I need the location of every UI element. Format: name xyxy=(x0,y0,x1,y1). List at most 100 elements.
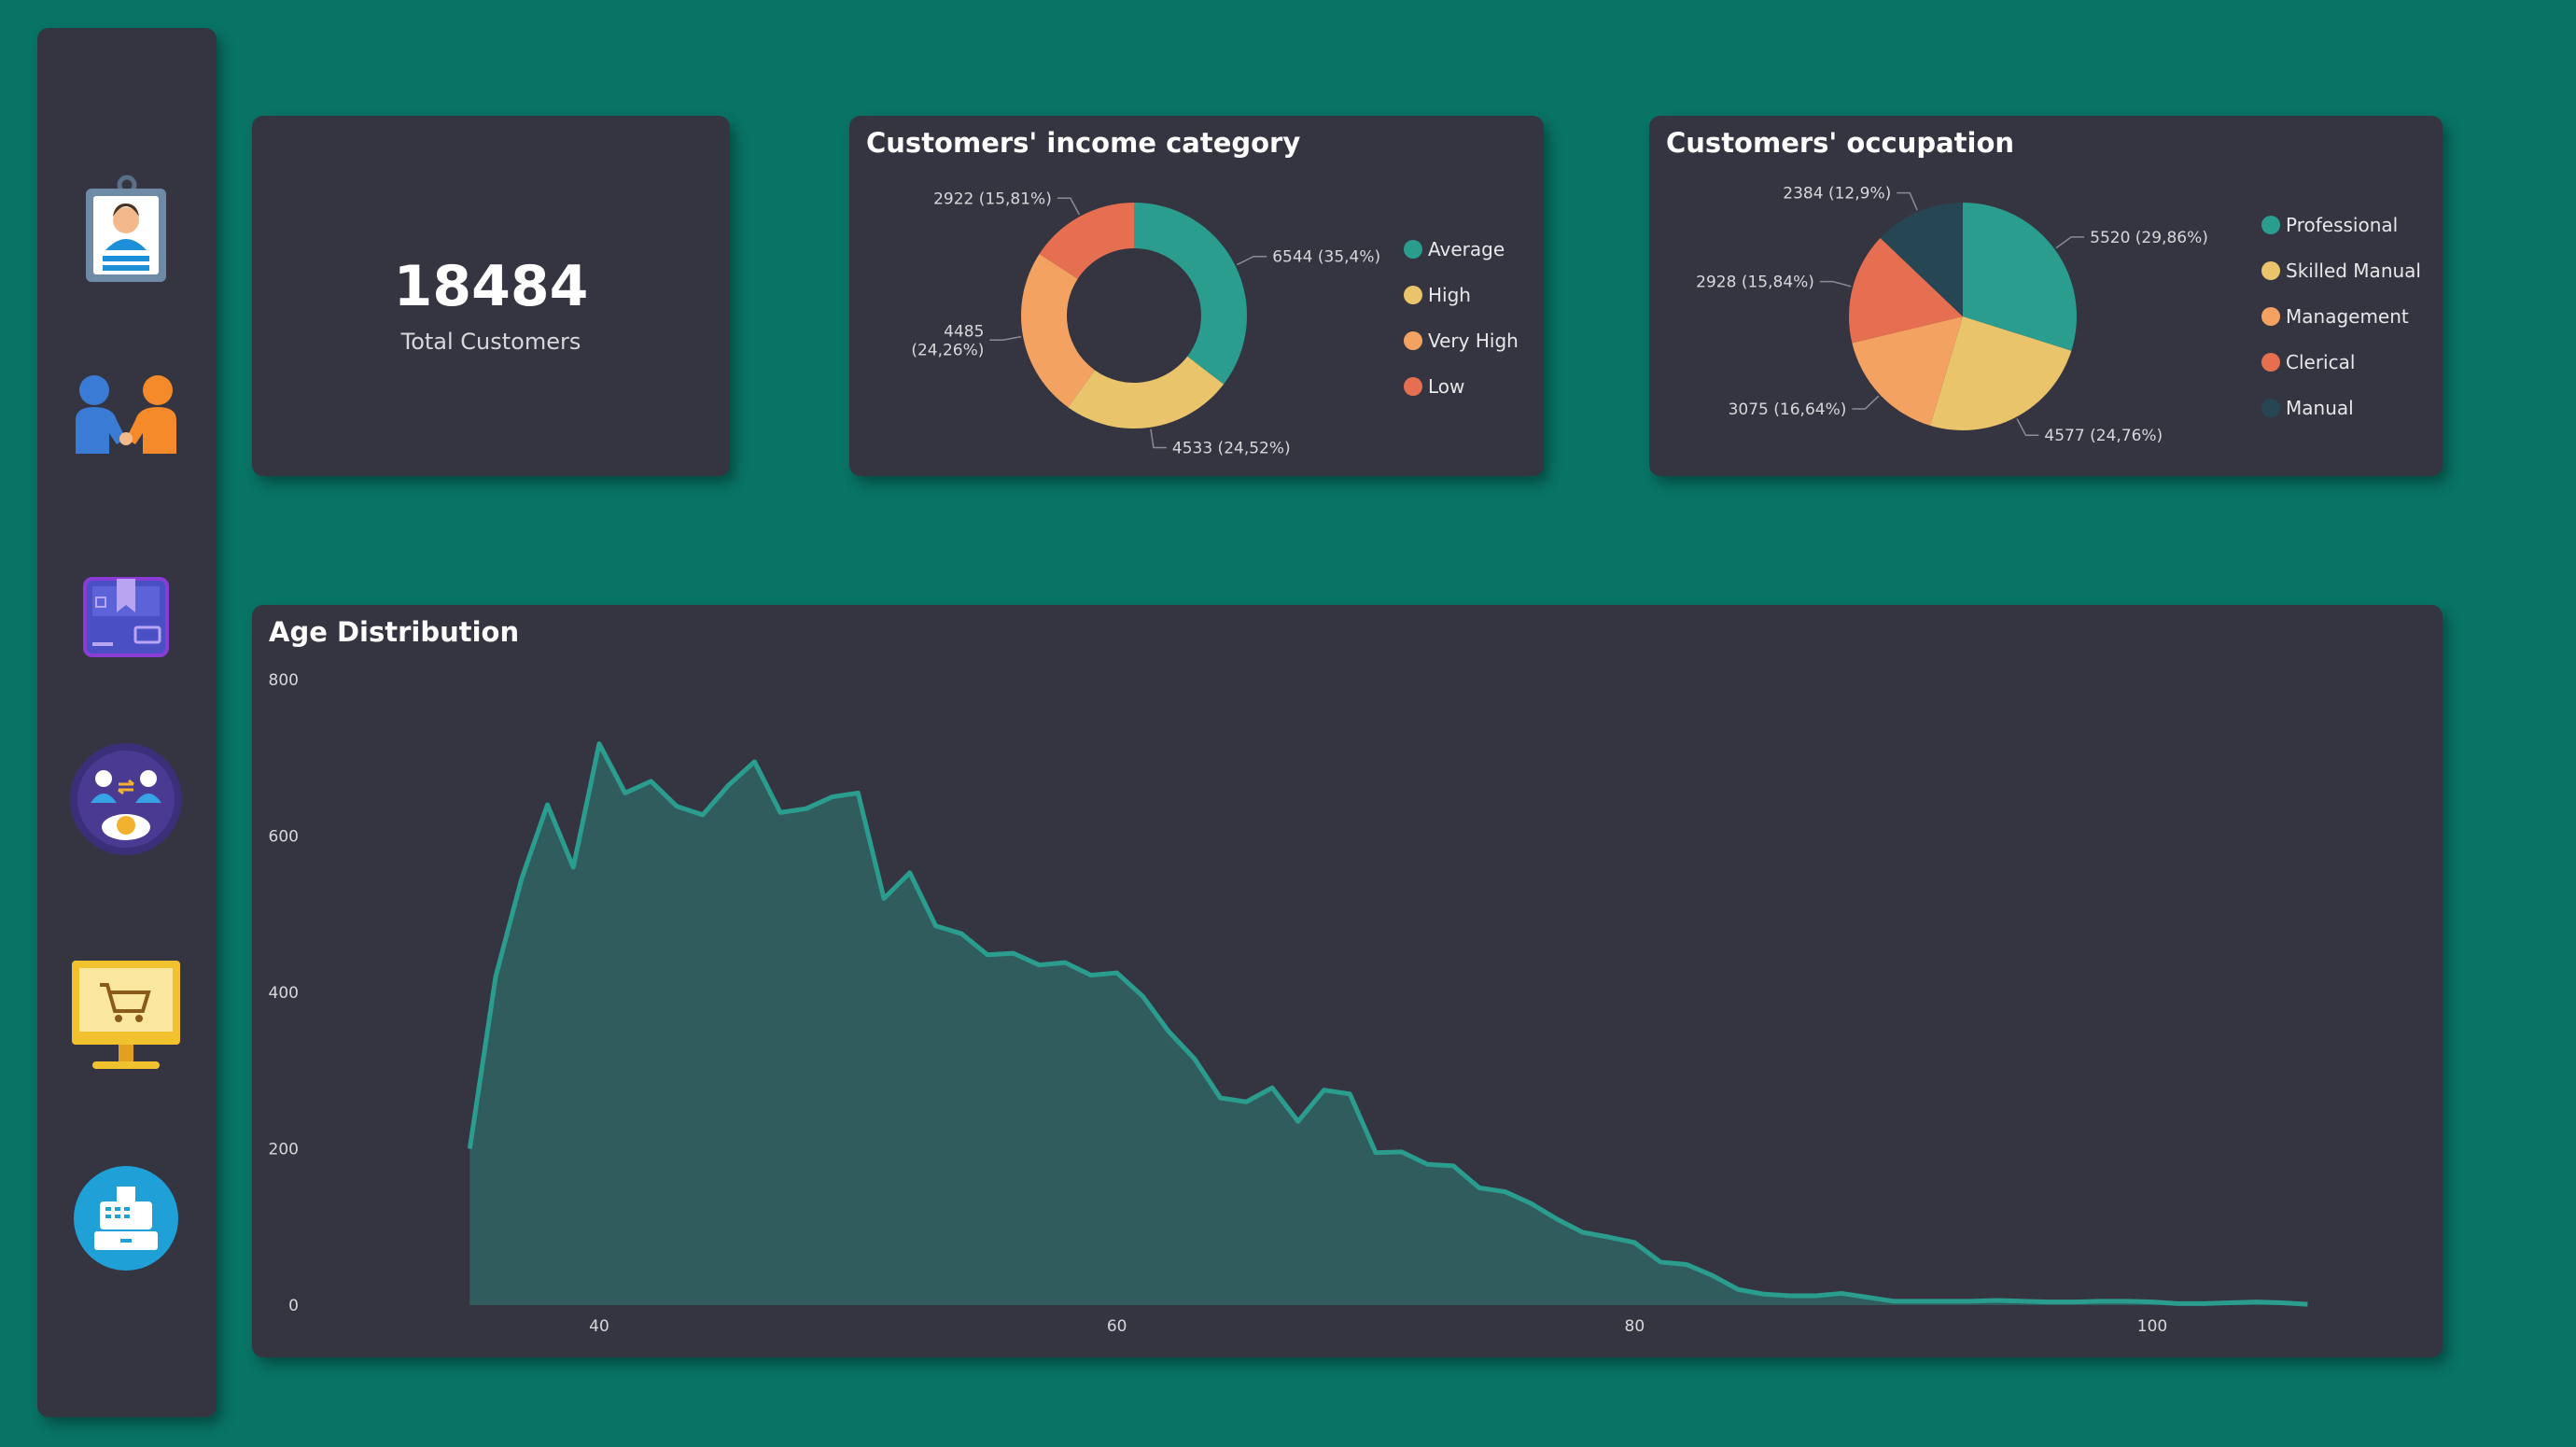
age-data-point[interactable] xyxy=(2046,1299,2051,1305)
age-data-point[interactable] xyxy=(1269,1085,1275,1090)
age-data-point[interactable] xyxy=(1166,1029,1171,1034)
age-data-point[interactable] xyxy=(1347,1091,1352,1097)
pie-slice-very-high[interactable] xyxy=(1021,253,1095,408)
age-data-point[interactable] xyxy=(570,864,576,870)
age-data-point[interactable] xyxy=(1684,1261,1689,1267)
pie-slice-high[interactable] xyxy=(1068,356,1225,428)
age-data-point[interactable] xyxy=(1916,1299,1922,1304)
legend-label[interactable]: Clerical xyxy=(2286,351,2355,373)
age-data-point[interactable] xyxy=(830,794,835,800)
pie-data-label: 2928 (15,84%) xyxy=(1696,274,1814,292)
age-data-point[interactable] xyxy=(1192,1056,1197,1061)
age-data-point[interactable] xyxy=(1580,1229,1586,1235)
age-data-point[interactable] xyxy=(1322,1088,1327,1093)
y-tick-label: 400 xyxy=(269,984,299,1003)
legend-label[interactable]: Manual xyxy=(2286,397,2354,419)
age-area-fill xyxy=(469,743,2308,1305)
pie-slice-average[interactable] xyxy=(1134,203,1247,385)
age-data-point[interactable] xyxy=(467,1146,472,1152)
age-data-point[interactable] xyxy=(1735,1286,1741,1292)
age-data-point[interactable] xyxy=(881,896,887,902)
age-data-point[interactable] xyxy=(1424,1161,1430,1167)
age-data-point[interactable] xyxy=(985,952,990,958)
age-data-point[interactable] xyxy=(2020,1299,2025,1304)
age-data-point[interactable] xyxy=(519,877,525,882)
age-data-point[interactable] xyxy=(959,931,964,936)
age-data-point[interactable] xyxy=(2304,1301,2310,1307)
nav-sales-button[interactable] xyxy=(65,355,187,476)
y-tick-label: 200 xyxy=(269,1141,299,1159)
age-data-point[interactable] xyxy=(1891,1299,1897,1304)
age-data-point[interactable] xyxy=(1631,1240,1637,1245)
age-data-point[interactable] xyxy=(1968,1299,1974,1304)
legend-label[interactable]: Skilled Manual xyxy=(2286,260,2421,282)
age-data-point[interactable] xyxy=(726,782,732,788)
age-data-point[interactable] xyxy=(1399,1149,1405,1155)
age-data-point[interactable] xyxy=(933,923,939,929)
age-data-point[interactable] xyxy=(1839,1290,1844,1296)
age-data-point[interactable] xyxy=(1477,1185,1482,1190)
nav-products-button[interactable] xyxy=(65,556,187,678)
age-data-point[interactable] xyxy=(1787,1293,1793,1299)
age-data-point[interactable] xyxy=(1606,1234,1612,1240)
nav-customers-button[interactable] xyxy=(65,166,187,288)
age-data-point[interactable] xyxy=(1243,1099,1249,1104)
legend-label[interactable]: Very High xyxy=(1428,330,1519,352)
legend-label[interactable]: Management xyxy=(2286,305,2409,328)
age-data-point[interactable] xyxy=(2227,1299,2233,1305)
age-data-point[interactable] xyxy=(1710,1272,1715,1278)
age-data-point[interactable] xyxy=(1450,1163,1456,1169)
age-data-point[interactable] xyxy=(1813,1293,1818,1299)
nav-pos-button[interactable] xyxy=(65,1158,187,1279)
age-data-point[interactable] xyxy=(777,809,783,815)
income-donut-chart: 6544 (35,4%) 4533 (24,52%) 4485 (24,26%) 292… xyxy=(911,190,1519,457)
legend-marker xyxy=(1404,377,1422,396)
legend-label[interactable]: High xyxy=(1428,284,1471,306)
age-data-point[interactable] xyxy=(596,741,602,747)
customer-badge-icon xyxy=(86,175,166,282)
age-data-point[interactable] xyxy=(1995,1298,2000,1303)
age-data-point[interactable] xyxy=(1942,1299,1948,1304)
legend-label[interactable]: Average xyxy=(1428,238,1505,260)
age-data-point[interactable] xyxy=(2201,1300,2206,1306)
age-data-point[interactable] xyxy=(2072,1299,2078,1305)
age-data-point[interactable] xyxy=(1114,970,1120,976)
age-data-point[interactable] xyxy=(1295,1118,1301,1124)
age-data-point[interactable] xyxy=(545,802,551,808)
age-data-point[interactable] xyxy=(700,812,706,818)
age-data-point[interactable] xyxy=(1373,1150,1379,1156)
age-data-point[interactable] xyxy=(1503,1189,1508,1195)
age-data-point[interactable] xyxy=(1011,950,1016,956)
legend-label[interactable]: Professional xyxy=(2286,214,2398,236)
legend-label[interactable]: Low xyxy=(1428,375,1464,398)
age-data-point[interactable] xyxy=(1865,1295,1870,1300)
age-data-point[interactable] xyxy=(648,779,653,784)
age-data-point[interactable] xyxy=(1036,962,1042,968)
age-data-point[interactable] xyxy=(2176,1300,2181,1306)
age-data-point[interactable] xyxy=(2098,1299,2104,1304)
age-data-point[interactable] xyxy=(907,870,913,876)
age-data-point[interactable] xyxy=(2149,1299,2155,1305)
age-data-point[interactable] xyxy=(1658,1259,1663,1265)
age-data-point[interactable] xyxy=(1062,960,1068,965)
age-data-point[interactable] xyxy=(2279,1299,2285,1305)
age-data-point[interactable] xyxy=(1761,1291,1767,1297)
age-data-point[interactable] xyxy=(1528,1201,1533,1206)
x-tick-label: 80 xyxy=(1625,1317,1645,1336)
age-data-point[interactable] xyxy=(2123,1299,2129,1304)
age-data-point[interactable] xyxy=(1554,1216,1560,1222)
age-data-point[interactable] xyxy=(623,790,628,795)
age-data-point[interactable] xyxy=(493,974,498,979)
age-data-point[interactable] xyxy=(1088,973,1094,978)
age-data-point[interactable] xyxy=(751,759,757,765)
age-data-point[interactable] xyxy=(855,790,861,795)
nav-online-sales-button[interactable] xyxy=(65,954,187,1075)
age-data-point[interactable] xyxy=(804,806,809,811)
age-data-point[interactable] xyxy=(1140,993,1145,999)
pie-leader-line xyxy=(1897,191,1918,211)
age-data-point[interactable] xyxy=(1218,1095,1224,1101)
nav-exchange-button[interactable] xyxy=(65,738,187,860)
total-customers-value: 18484 xyxy=(393,254,589,319)
age-data-point[interactable] xyxy=(2253,1299,2259,1305)
age-data-point[interactable] xyxy=(674,804,679,809)
